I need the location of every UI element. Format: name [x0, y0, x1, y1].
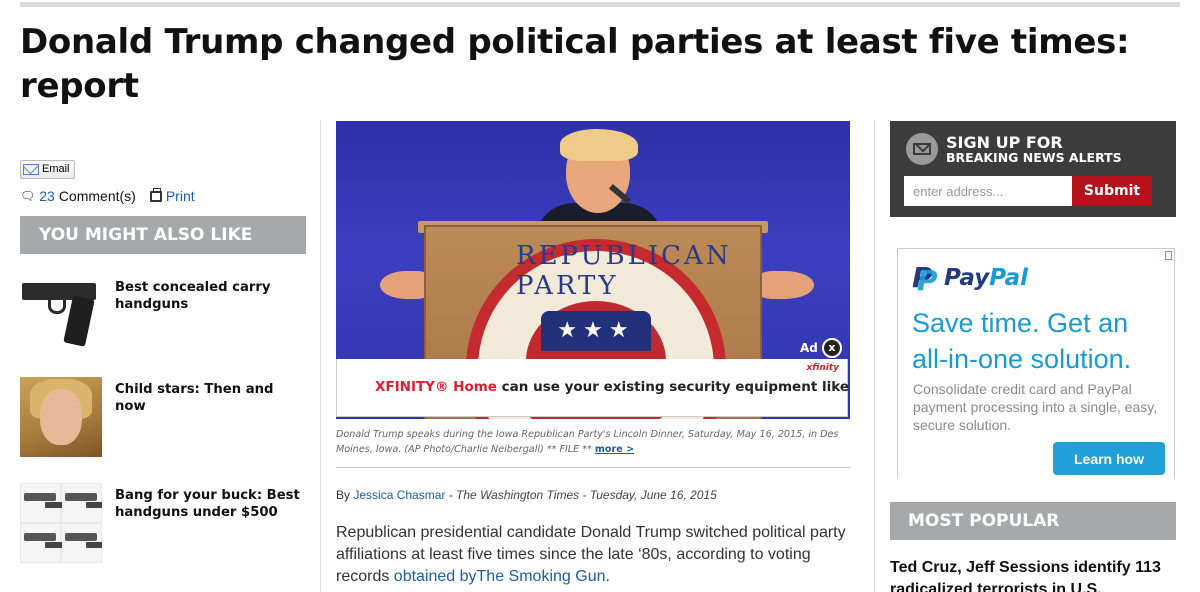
close-icon[interactable]: x: [821, 338, 842, 358]
email-label: Email: [42, 163, 70, 175]
article-body: Republican presidential candidate Donald…: [336, 522, 858, 588]
promo-item-concealed-carry[interactable]: Best concealed carry handguns: [20, 275, 306, 359]
paypal-ad[interactable]: PP PayPal Save time. Get an all-in-one s…: [897, 248, 1175, 478]
byline: By Jessica Chasmar - The Washington Time…: [336, 488, 717, 502]
print-link[interactable]: Print: [166, 188, 195, 204]
column-divider: [874, 120, 875, 592]
promo-item-child-stars[interactable]: Child stars: Then and now: [20, 377, 306, 461]
email-button[interactable]: Email: [20, 160, 75, 179]
email-address-input[interactable]: [904, 176, 1072, 206]
learn-how-button[interactable]: Learn how: [1053, 442, 1165, 475]
envelope-icon: [23, 164, 39, 175]
signup-title: SIGN UP FOR: [946, 133, 1063, 152]
handguns-grid-thumbnail[interactable]: [20, 483, 102, 563]
promo-item-best-handguns[interactable]: Bang for your buck: Best handguns under …: [20, 483, 306, 567]
paypal-body: Consolidate credit card and PayPal payme…: [913, 381, 1158, 433]
xfinity-logo: xfinity: [806, 363, 839, 373]
most-popular-story[interactable]: Ted Cruz, Jeff Sessions identify 113 rad…: [890, 557, 1176, 592]
ad-copy: can use your existing security equipment…: [496, 379, 849, 395]
paypal-mark-icon: PP: [912, 261, 938, 297]
article-tail: .: [605, 568, 610, 585]
comments-icon: 🗨: [20, 189, 36, 203]
adchoices-icon[interactable]: [1165, 251, 1172, 260]
xfinity-ad-banner[interactable]: xfinity XFINITY® Home can use your exist…: [336, 359, 849, 417]
ad-badge: Ad x: [800, 338, 842, 358]
signup-subtitle: BREAKING NEWS ALERTS: [946, 150, 1122, 165]
author-link[interactable]: Jessica Chasmar: [353, 488, 445, 502]
newsletter-signup: SIGN UP FOR BREAKING NEWS ALERTS Submit: [890, 121, 1176, 217]
column-divider: [320, 120, 321, 592]
share-bar: 🗨 23 Comment(s) Print: [20, 187, 195, 204]
you-might-also-like-heading: YOU MIGHT ALSO LIKE: [20, 216, 306, 254]
ad-label: Ad: [800, 341, 818, 355]
paypal-logo: PP PayPal: [912, 261, 1028, 297]
comment-count-link[interactable]: 23: [39, 188, 55, 204]
promo-title[interactable]: Child stars: Then and now: [115, 381, 306, 461]
promo-title[interactable]: Bang for your buck: Best handguns under …: [115, 487, 306, 567]
promo-title[interactable]: Best concealed carry handguns: [115, 279, 306, 359]
divider: [336, 467, 850, 468]
photo-caption: Donald Trump speaks during the Iowa Repu…: [336, 427, 846, 457]
caption-more-link[interactable]: more >: [595, 444, 634, 455]
byline-prefix: By: [336, 488, 351, 502]
print-icon[interactable]: [149, 187, 162, 202]
mail-icon: [906, 133, 938, 165]
most-popular-heading: MOST POPULAR: [890, 502, 1176, 540]
seal-stars: ★★★: [541, 311, 651, 351]
ad-brand: XFINITY® Home: [375, 379, 497, 395]
page-title: Donald Trump changed political parties a…: [20, 22, 1130, 106]
caption-text: Donald Trump speaks during the Iowa Repu…: [336, 429, 839, 455]
ad-text[interactable]: XFINITY® Home can use your existing secu…: [375, 379, 849, 395]
comments-label[interactable]: Comment(s): [59, 188, 136, 204]
smoking-gun-link[interactable]: obtained byThe Smoking Gun: [394, 568, 606, 585]
paypal-headline: Save time. Get an all-in-one solution.: [912, 308, 1132, 374]
handgun-thumbnail[interactable]: [20, 275, 102, 355]
submit-button[interactable]: Submit: [1072, 176, 1152, 206]
child-star-thumbnail[interactable]: [20, 377, 102, 457]
seal-text: REPUBLICAN PARTY: [516, 241, 732, 301]
top-rule: [20, 2, 1180, 7]
logo-pay: Pay: [944, 265, 990, 291]
logo-pal: Pal: [989, 265, 1028, 291]
byline-publication: - The Washington Times - Tuesday, June 1…: [445, 488, 717, 502]
